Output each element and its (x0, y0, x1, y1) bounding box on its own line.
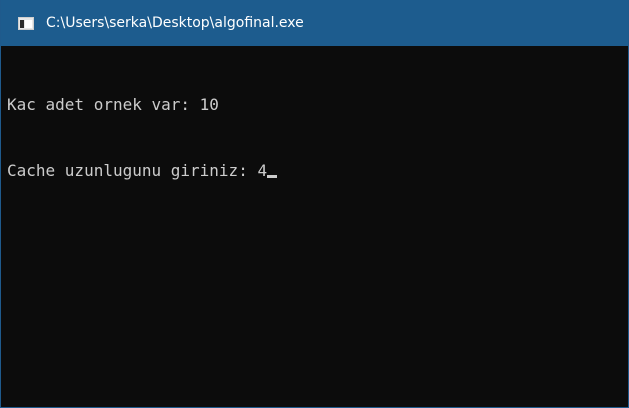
title-bar[interactable]: C:\Users\serka\Desktop\algofinal.exe (1, 0, 628, 46)
text-cursor (267, 175, 278, 178)
console-line: Cache uzunlugunu giriniz: 4 (7, 160, 628, 182)
window-title: C:\Users\serka\Desktop\algofinal.exe (46, 15, 304, 31)
console-app-icon[interactable] (18, 16, 34, 30)
console-output[interactable]: Kac adet ornek var: 10 Cache uzunlugunu … (7, 50, 628, 407)
console-line: Kac adet ornek var: 10 (7, 95, 219, 114)
console-window: C:\Users\serka\Desktop\algofinal.exe Kac… (0, 0, 629, 408)
